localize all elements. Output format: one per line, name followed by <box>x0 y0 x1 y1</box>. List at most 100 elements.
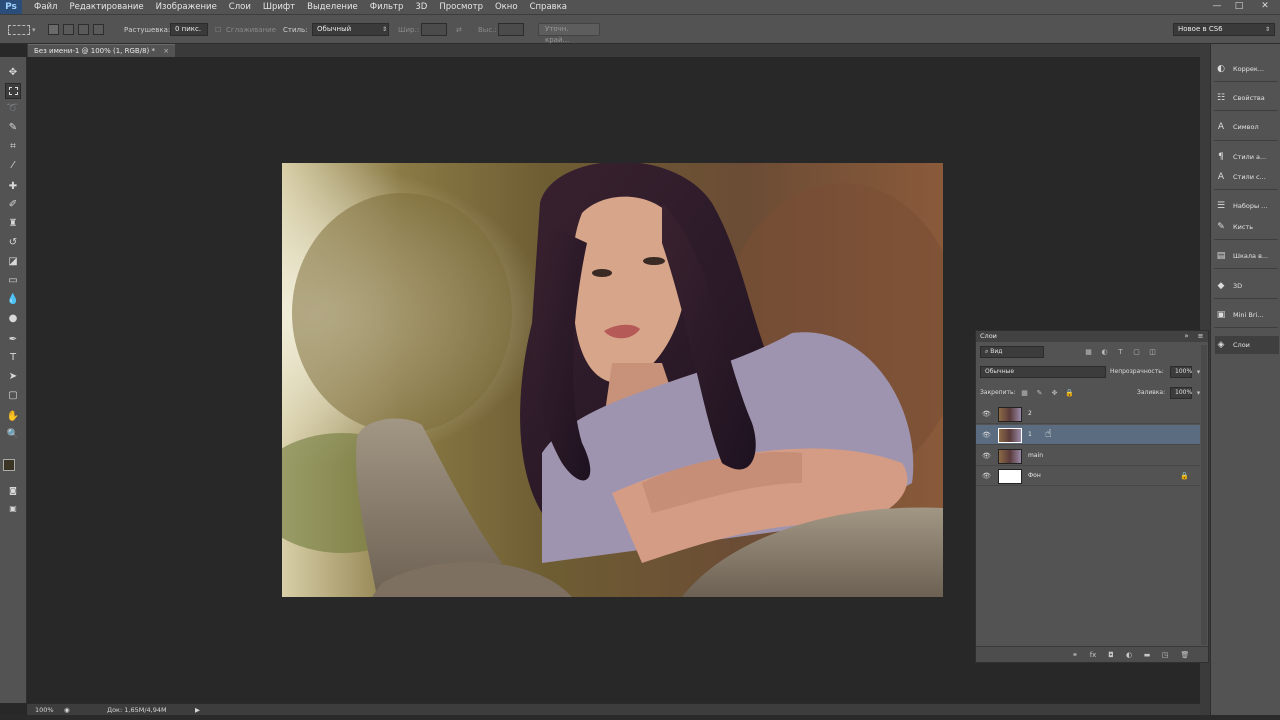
dock-item-layers[interactable]: ◈ Слои <box>1215 336 1279 354</box>
dock-item-paragraph-styles[interactable]: ¶ Стили а... <box>1215 148 1279 166</box>
crop-tool-icon[interactable]: ⌗ <box>5 139 21 155</box>
filter-shape-icon[interactable]: ▢ <box>1132 348 1141 357</box>
menu-image[interactable]: Изображение <box>150 0 223 14</box>
rectangular-marquee-tool-icon[interactable] <box>5 83 21 99</box>
preset-dropdown-icon[interactable]: ▾ <box>32 23 36 37</box>
dock-item-adjustments[interactable]: ◐ Коррек... <box>1215 60 1279 78</box>
screen-mode-icon[interactable]: ▣ <box>5 501 21 517</box>
filter-adjustment-icon[interactable]: ◐ <box>1100 348 1109 357</box>
refine-edge-button[interactable]: Уточн. край... <box>538 23 600 44</box>
width-input[interactable] <box>421 23 447 36</box>
collapse-panel-icon[interactable]: » <box>1182 332 1191 341</box>
panel-menu-icon[interactable]: ≡ <box>1196 332 1205 341</box>
new-layer-icon[interactable]: ◳ <box>1160 650 1170 660</box>
layer-filter-select[interactable]: ⌕ Вид <box>980 346 1044 358</box>
blend-mode-select[interactable]: Обычные <box>980 366 1106 378</box>
layers-scrollbar[interactable] <box>1201 345 1207 645</box>
menu-3d[interactable]: 3D <box>409 0 433 14</box>
eyedropper-tool-icon[interactable]: ⁄ <box>5 158 21 174</box>
link-layers-icon[interactable]: ⚭ <box>1070 650 1080 660</box>
delete-layer-icon[interactable]: 🗑 <box>1180 650 1190 660</box>
antialias-checkbox[interactable]: ☐ <box>215 23 221 37</box>
menu-type[interactable]: Шрифт <box>257 0 301 14</box>
menu-help[interactable]: Справка <box>524 0 573 14</box>
menu-view[interactable]: Просмотр <box>433 0 489 14</box>
quick-mask-icon[interactable]: ◙ <box>5 483 21 499</box>
dock-item-brush-presets[interactable]: ☰ Наборы ... <box>1215 197 1279 215</box>
menu-file[interactable]: Файл <box>28 0 63 14</box>
maximize-button[interactable]: □ <box>1230 0 1248 12</box>
lock-position-icon[interactable]: ✥ <box>1050 389 1059 398</box>
layer-mask-icon[interactable]: ◘ <box>1106 650 1116 660</box>
document-image[interactable] <box>282 163 943 597</box>
menu-filter[interactable]: Фильтр <box>364 0 410 14</box>
document-tab[interactable]: Без имени-1 @ 100% (1, RGB/8) * × <box>28 44 176 57</box>
quick-selection-tool-icon[interactable]: ✎ <box>5 120 21 136</box>
rectangle-tool-icon[interactable]: ▢ <box>5 388 21 404</box>
gradient-tool-icon[interactable]: ▭ <box>5 273 21 289</box>
dock-item-character[interactable]: A Символ <box>1215 118 1279 136</box>
height-input[interactable] <box>498 23 524 36</box>
opacity-input[interactable]: 100% <box>1170 366 1192 378</box>
dock-item-character-styles[interactable]: A Стили с... <box>1215 168 1279 186</box>
lasso-tool-icon[interactable]: ➰ <box>5 101 21 117</box>
blur-tool-icon[interactable]: 💧 <box>5 292 21 308</box>
new-selection-icon[interactable] <box>48 24 59 35</box>
path-selection-tool-icon[interactable]: ➤ <box>5 369 21 385</box>
visibility-eye-icon[interactable]: 👁 <box>982 452 991 460</box>
visibility-eye-icon[interactable]: 👁 <box>982 410 991 418</box>
filter-smart-object-icon[interactable]: ◫ <box>1148 348 1157 357</box>
workspace-select[interactable]: Новое в CS6 <box>1173 23 1275 36</box>
lock-all-icon[interactable]: 🔒 <box>1065 389 1074 398</box>
type-tool-icon[interactable]: T <box>5 350 21 366</box>
dock-item-mini-bridge[interactable]: ▣ Mini Bri... <box>1215 306 1279 324</box>
filter-type-icon[interactable]: T <box>1116 348 1125 357</box>
zoom-tool-icon[interactable]: 🔍 <box>5 427 21 443</box>
dock-item-brush[interactable]: ✎ Кисть <box>1215 218 1279 236</box>
dock-item-timeline[interactable]: ▤ Шкала в... <box>1215 247 1279 265</box>
visibility-eye-icon[interactable]: 👁 <box>982 472 991 480</box>
subtract-selection-icon[interactable] <box>78 24 89 35</box>
filter-pixel-icon[interactable]: ▦ <box>1084 348 1093 357</box>
layer-row[interactable]: 👁 2 <box>976 404 1200 424</box>
spot-healing-tool-icon[interactable]: ✚ <box>5 179 21 195</box>
fill-input[interactable]: 100% <box>1170 387 1192 399</box>
dock-item-properties[interactable]: ☷ Свойства <box>1215 89 1279 107</box>
menu-edit[interactable]: Редактирование <box>63 0 149 14</box>
add-to-selection-icon[interactable] <box>63 24 74 35</box>
dock-separator <box>1214 268 1278 269</box>
adjustment-layer-icon[interactable]: ◐ <box>1124 650 1134 660</box>
menu-layers[interactable]: Слои <box>223 0 257 14</box>
layer-row[interactable]: 👁 main <box>976 446 1200 466</box>
new-group-icon[interactable]: ▬ <box>1142 650 1152 660</box>
close-window-button[interactable]: ✕ <box>1256 0 1274 12</box>
lock-transparent-icon[interactable]: ▦ <box>1020 389 1029 398</box>
layer-row[interactable]: 👁 Фон 🔒 <box>976 466 1200 486</box>
feather-input[interactable]: 0 пикс. <box>170 23 208 36</box>
document-tab-close-icon[interactable]: × <box>163 47 169 55</box>
dodge-tool-icon[interactable]: ● <box>5 311 21 327</box>
history-brush-tool-icon[interactable]: ↺ <box>5 235 21 251</box>
layers-panel-title[interactable]: Слои <box>976 331 1208 342</box>
pen-tool-icon[interactable]: ✒ <box>5 332 21 348</box>
minimize-button[interactable]: — <box>1208 0 1226 12</box>
menu-window[interactable]: Окно <box>489 0 524 14</box>
layer-style-icon[interactable]: fx <box>1088 650 1098 660</box>
hand-tool-icon[interactable]: ✋ <box>5 409 21 425</box>
brush-tool-icon[interactable]: ✐ <box>5 197 21 213</box>
marquee-tool-preset-icon[interactable] <box>8 25 30 35</box>
swap-dimensions-icon[interactable]: ⇄ <box>456 23 462 37</box>
clone-stamp-tool-icon[interactable]: ♜ <box>5 216 21 232</box>
style-select[interactable]: Обычный <box>312 23 389 36</box>
lock-label: Закрепить: <box>980 389 1016 396</box>
dock-item-3d[interactable]: ◆ 3D <box>1215 277 1279 295</box>
dock-item-label: Коррек... <box>1233 65 1264 73</box>
foreground-color-swatch[interactable] <box>3 459 15 471</box>
visibility-eye-icon[interactable]: 👁 <box>982 431 991 439</box>
menu-select[interactable]: Выделение <box>301 0 364 14</box>
eraser-tool-icon[interactable]: ◪ <box>5 254 21 270</box>
intersect-selection-icon[interactable] <box>93 24 104 35</box>
lock-image-icon[interactable]: ✎ <box>1035 389 1044 398</box>
layer-row[interactable]: 👁 1 <box>976 425 1200 445</box>
move-tool-icon[interactable]: ✥ <box>5 65 21 81</box>
